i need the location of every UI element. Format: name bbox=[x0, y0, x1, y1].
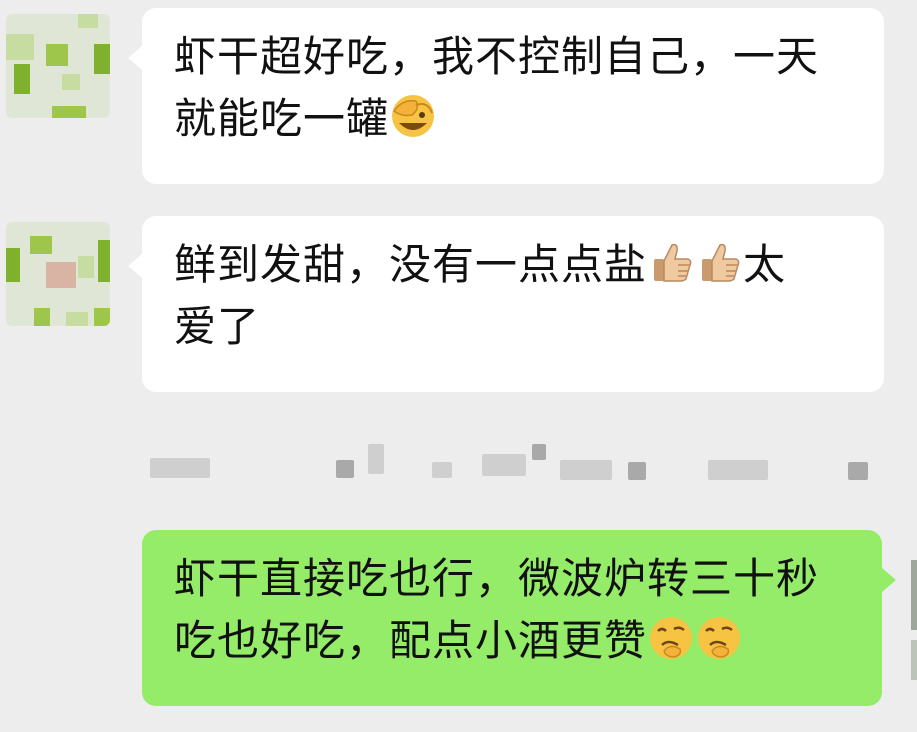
own-avatar-edge bbox=[911, 640, 917, 680]
smirk-hand-emoji bbox=[650, 617, 693, 659]
message-bubble-incoming[interactable]: 虾干超好吃，我不控制自己，一天 就能吃一罐 bbox=[128, 8, 884, 184]
thumbs-up-emoji bbox=[654, 243, 692, 282]
timestamp-divider bbox=[140, 440, 880, 484]
message-line: 虾干直接吃也行，微波炉转三十秒 bbox=[174, 554, 820, 603]
message-bubble-outgoing[interactable]: 虾干直接吃也行，微波炉转三十秒 吃也好吃，配点小酒更赞 bbox=[142, 530, 896, 706]
message-line: 就能吃一罐 bbox=[174, 88, 856, 150]
message-line: 爱了 bbox=[174, 302, 261, 351]
message-bubble-incoming[interactable]: 鲜到发甜，没有一点点盐 太 爱了 bbox=[128, 216, 884, 392]
smirk-hand-emoji bbox=[698, 617, 741, 659]
thumbs-up-emoji bbox=[702, 243, 740, 282]
contact-avatar[interactable] bbox=[6, 14, 110, 118]
face-palm-emoji bbox=[392, 95, 435, 137]
contact-avatar[interactable] bbox=[6, 222, 110, 326]
message-line: 虾干超好吃，我不控制自己，一天 bbox=[174, 32, 820, 81]
message-line: 吃也好吃，配点小酒更赞 bbox=[174, 610, 854, 672]
message-line: 鲜到发甜，没有一点点盐 太 bbox=[174, 240, 787, 289]
own-avatar-edge bbox=[911, 560, 917, 630]
